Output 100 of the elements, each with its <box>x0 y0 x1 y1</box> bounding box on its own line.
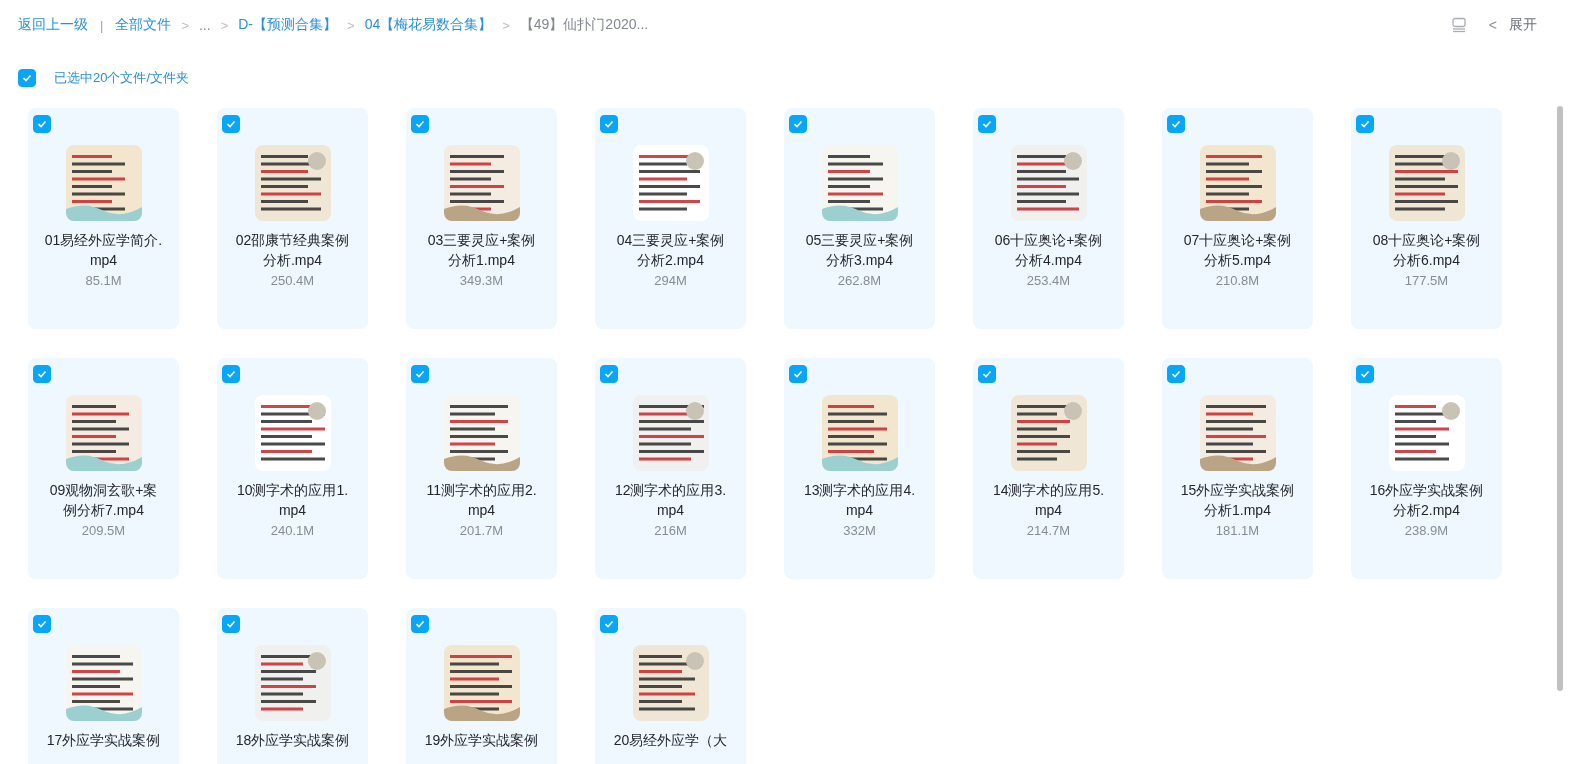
file-checkbox[interactable] <box>411 115 429 133</box>
breadcrumb-separator: > <box>181 17 189 33</box>
check-icon <box>1359 368 1371 380</box>
file-name: 20易经外应学（大 <box>612 731 729 750</box>
file-size: 181.1M <box>1215 523 1260 538</box>
file-checkbox[interactable] <box>1167 365 1185 383</box>
file-name: 18外应学实战案例 <box>234 731 351 750</box>
file-card[interactable]: 03三要灵应+案例分析1.mp4 349.3M <box>406 108 557 329</box>
check-icon <box>603 118 615 130</box>
file-checkbox[interactable] <box>600 365 618 383</box>
list-view-icon[interactable] <box>1450 17 1467 33</box>
file-checkbox[interactable] <box>33 115 51 133</box>
file-checkbox[interactable] <box>1356 115 1374 133</box>
file-checkbox[interactable] <box>222 115 240 133</box>
check-icon <box>36 118 48 130</box>
file-name: 13测字术的应用4.mp4 <box>802 481 917 520</box>
selection-count: 已选中20个文件/文件夹 <box>54 69 190 87</box>
select-all-checkbox[interactable] <box>18 69 36 87</box>
check-icon <box>603 618 615 630</box>
file-size: 238.9M <box>1404 523 1449 538</box>
check-icon <box>1359 118 1371 130</box>
file-card[interactable]: 19外应学实战案例 <box>406 608 557 764</box>
file-checkbox[interactable] <box>33 615 51 633</box>
file-size: 85.1M <box>85 273 122 288</box>
breadcrumb-separator: > <box>502 17 510 33</box>
file-name: 01易经外应学简介.mp4 <box>44 231 163 270</box>
file-checkbox[interactable] <box>600 615 618 633</box>
file-name: 02邵康节经典案例分析.mp4 <box>234 231 351 270</box>
file-card[interactable]: 14测字术的应用5.mp4 214.7M <box>973 358 1124 579</box>
file-name: 05三要灵应+案例分析3.mp4 <box>804 231 915 270</box>
file-checkbox[interactable] <box>600 115 618 133</box>
file-card[interactable]: 08十应奥论+案例分析6.mp4 177.5M <box>1351 108 1502 329</box>
file-card[interactable]: 01易经外应学简介.mp4 85.1M <box>28 108 179 329</box>
file-checkbox[interactable] <box>33 365 51 383</box>
file-name: 16外应学实战案例分析2.mp4 <box>1368 481 1485 520</box>
file-checkbox[interactable] <box>222 365 240 383</box>
file-name: 07十应奥论+案例分析5.mp4 <box>1182 231 1293 270</box>
current-folder: 【49】仙扑门2020... <box>519 16 649 34</box>
file-size: 332M <box>843 523 876 538</box>
file-card[interactable]: 05三要灵应+案例分析3.mp4 262.8M <box>784 108 935 329</box>
file-size: 240.1M <box>270 523 315 538</box>
file-size: 216M <box>654 523 687 538</box>
file-card[interactable]: 04三要灵应+案例分析2.mp4 294M <box>595 108 746 329</box>
breadcrumb-separator: | <box>100 17 104 33</box>
breadcrumb-link[interactable]: 全部文件 <box>115 16 172 34</box>
file-card[interactable]: 07十应奥论+案例分析5.mp4 210.8M <box>1162 108 1313 329</box>
file-checkbox[interactable] <box>978 365 996 383</box>
file-name: 06十应奥论+案例分析4.mp4 <box>993 231 1104 270</box>
check-icon <box>225 368 237 380</box>
file-name: 19外应学实战案例 <box>423 731 540 750</box>
file-checkbox[interactable] <box>222 615 240 633</box>
file-checkbox[interactable] <box>411 365 429 383</box>
file-size: 209.5M <box>81 523 126 538</box>
file-card[interactable]: 12测字术的应用3.mp4 216M <box>595 358 746 579</box>
file-size: 210.8M <box>1215 273 1260 288</box>
check-icon <box>792 118 804 130</box>
check-icon <box>792 368 804 380</box>
file-size: 262.8M <box>837 273 882 288</box>
file-card[interactable]: 11测字术的应用2.mp4 201.7M <box>406 358 557 579</box>
file-name: 09观物洞玄歌+案例分析7.mp4 <box>48 481 159 520</box>
file-card[interactable]: 18外应学实战案例 <box>217 608 368 764</box>
check-icon <box>981 368 993 380</box>
breadcrumb-separator: > <box>220 17 229 33</box>
expand-button[interactable]: < 展开 <box>1488 16 1537 34</box>
file-checkbox[interactable] <box>411 615 429 633</box>
file-card[interactable]: 10测字术的应用1.mp4 240.1M <box>217 358 368 579</box>
file-card[interactable]: 06十应奥论+案例分析4.mp4 253.4M <box>973 108 1124 329</box>
file-name: 11测字术的应用2.mp4 <box>425 481 538 520</box>
file-card[interactable]: 09观物洞玄歌+案例分析7.mp4 209.5M <box>28 358 179 579</box>
file-name: 03三要灵应+案例分析1.mp4 <box>426 231 537 270</box>
file-card[interactable]: 20易经外应学（大 <box>595 608 746 764</box>
file-card[interactable]: 02邵康节经典案例分析.mp4 250.4M <box>217 108 368 329</box>
file-name: 10测字术的应用1.mp4 <box>235 481 350 520</box>
file-name: 17外应学实战案例 <box>45 731 162 750</box>
file-size: 294M <box>654 273 687 288</box>
file-size: 250.4M <box>270 273 315 288</box>
file-checkbox[interactable] <box>1167 115 1185 133</box>
file-checkbox[interactable] <box>789 365 807 383</box>
file-name: 04三要灵应+案例分析2.mp4 <box>615 231 726 270</box>
check-icon <box>225 618 237 630</box>
file-card[interactable]: 13测字术的应用4.mp4 332M <box>784 358 935 579</box>
breadcrumb-separator: > <box>347 17 355 33</box>
file-name: 12测字术的应用3.mp4 <box>613 481 728 520</box>
breadcrumb-link[interactable]: ... <box>199 17 211 33</box>
check-icon <box>414 368 426 380</box>
scrollbar[interactable] <box>1557 106 1563 691</box>
file-name: 14测字术的应用5.mp4 <box>991 481 1106 520</box>
breadcrumb-link[interactable]: 04【梅花易数合集】 <box>364 16 493 34</box>
file-checkbox[interactable] <box>978 115 996 133</box>
file-card[interactable]: 15外应学实战案例分析1.mp4 181.1M <box>1162 358 1313 579</box>
check-icon <box>414 118 426 130</box>
breadcrumb-link[interactable]: D-【预测合集】 <box>238 16 338 34</box>
file-checkbox[interactable] <box>789 115 807 133</box>
check-icon <box>21 72 33 84</box>
file-card[interactable]: 17外应学实战案例 <box>28 608 179 764</box>
file-size: 253.4M <box>1026 273 1071 288</box>
check-icon <box>1170 118 1182 130</box>
file-checkbox[interactable] <box>1356 365 1374 383</box>
breadcrumb-link[interactable]: 返回上一级 <box>18 16 88 34</box>
file-card[interactable]: 16外应学实战案例分析2.mp4 238.9M <box>1351 358 1502 579</box>
